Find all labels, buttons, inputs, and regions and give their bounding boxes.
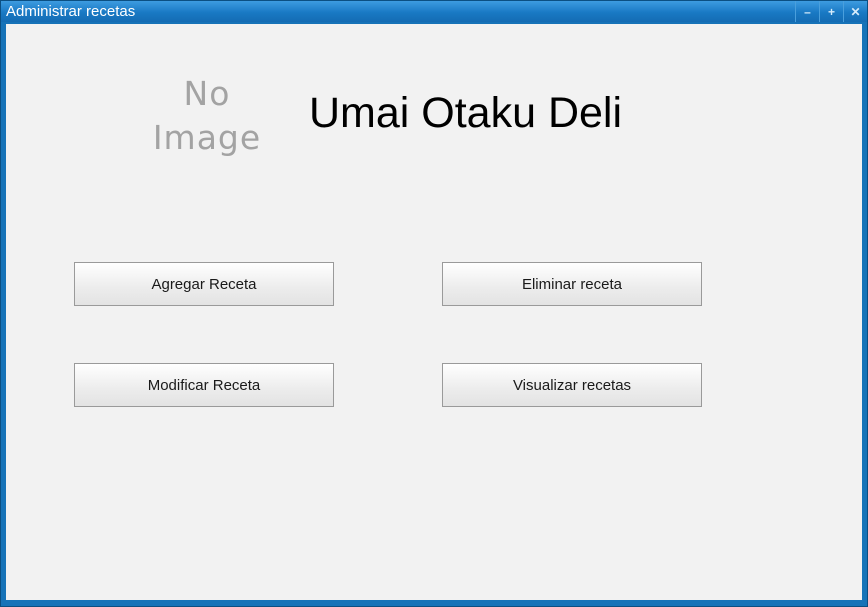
placeholder-text-no: No (183, 74, 231, 113)
close-icon[interactable]: ✕ (843, 1, 867, 22)
app-window: Administrar recetas – + ✕ No Image Umai … (0, 0, 868, 607)
window-controls: – + ✕ (795, 1, 867, 22)
view-recipes-button[interactable]: Visualizar recetas (442, 363, 702, 407)
main-panel: No Image Umai Otaku Deli Agregar Receta … (6, 24, 862, 600)
title-bar[interactable]: Administrar recetas – + ✕ (1, 1, 867, 22)
app-title: Umai Otaku Deli (309, 89, 623, 137)
modify-recipe-button[interactable]: Modificar Receta (74, 363, 334, 407)
delete-recipe-button[interactable]: Eliminar receta (442, 262, 702, 306)
add-recipe-button[interactable]: Agregar Receta (74, 262, 334, 306)
minimize-icon[interactable]: – (795, 1, 819, 22)
window-title: Administrar recetas (6, 3, 136, 20)
maximize-icon[interactable]: + (819, 1, 843, 22)
placeholder-text-image: Image (152, 118, 262, 157)
logo-placeholder-image: No Image (144, 72, 270, 157)
